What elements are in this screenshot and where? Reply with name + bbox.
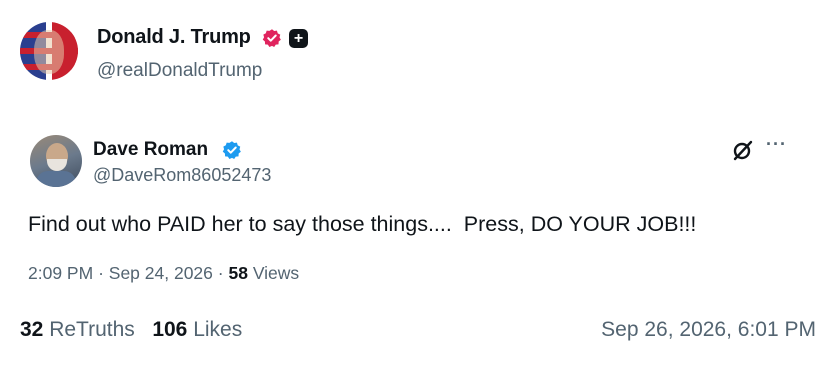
grok-icon[interactable] <box>731 138 755 162</box>
views-label: Views <box>252 263 300 283</box>
retruths-label[interactable]: ReTruths <box>49 318 135 341</box>
post-date[interactable]: Sep 24, 2026 <box>109 263 213 283</box>
meta-separator: · <box>217 263 224 283</box>
quoted-post-text: Find out who PAID her to say those thing… <box>28 212 697 236</box>
more-options-icon[interactable]: ··· <box>766 134 787 155</box>
avatar-face <box>34 30 64 74</box>
views-count: 58 <box>228 263 248 283</box>
likes-label[interactable]: Likes <box>193 318 242 341</box>
post-date[interactable]: Sep 26, 2026, 6:01 PM <box>601 318 816 342</box>
avatar-body <box>36 171 76 187</box>
quoted-author-name[interactable]: Dave Roman <box>93 139 208 161</box>
plus-badge-icon: + <box>289 29 308 48</box>
quoted-author-avatar[interactable] <box>30 135 82 187</box>
retruths-count[interactable]: 32 <box>20 318 43 341</box>
author-avatar[interactable] <box>20 22 78 80</box>
meta-separator: · <box>98 263 104 283</box>
quoted-post-meta: 2:09 PM · Sep 24, 2026 · 58 Views <box>28 263 299 284</box>
avatar-beard <box>47 159 67 171</box>
verified-badge-icon <box>222 141 241 159</box>
verified-badge-icon <box>262 29 281 47</box>
author-handle[interactable]: @realDonaldTrump <box>97 60 262 82</box>
likes-count[interactable]: 106 <box>152 318 187 341</box>
author-name[interactable]: Donald J. Trump <box>97 26 251 49</box>
post-time[interactable]: 2:09 PM <box>28 263 93 283</box>
engagement-stats: 32 ReTruths 106 Likes <box>20 318 242 342</box>
quoted-author-handle[interactable]: @DaveRom86052473 <box>93 165 271 186</box>
